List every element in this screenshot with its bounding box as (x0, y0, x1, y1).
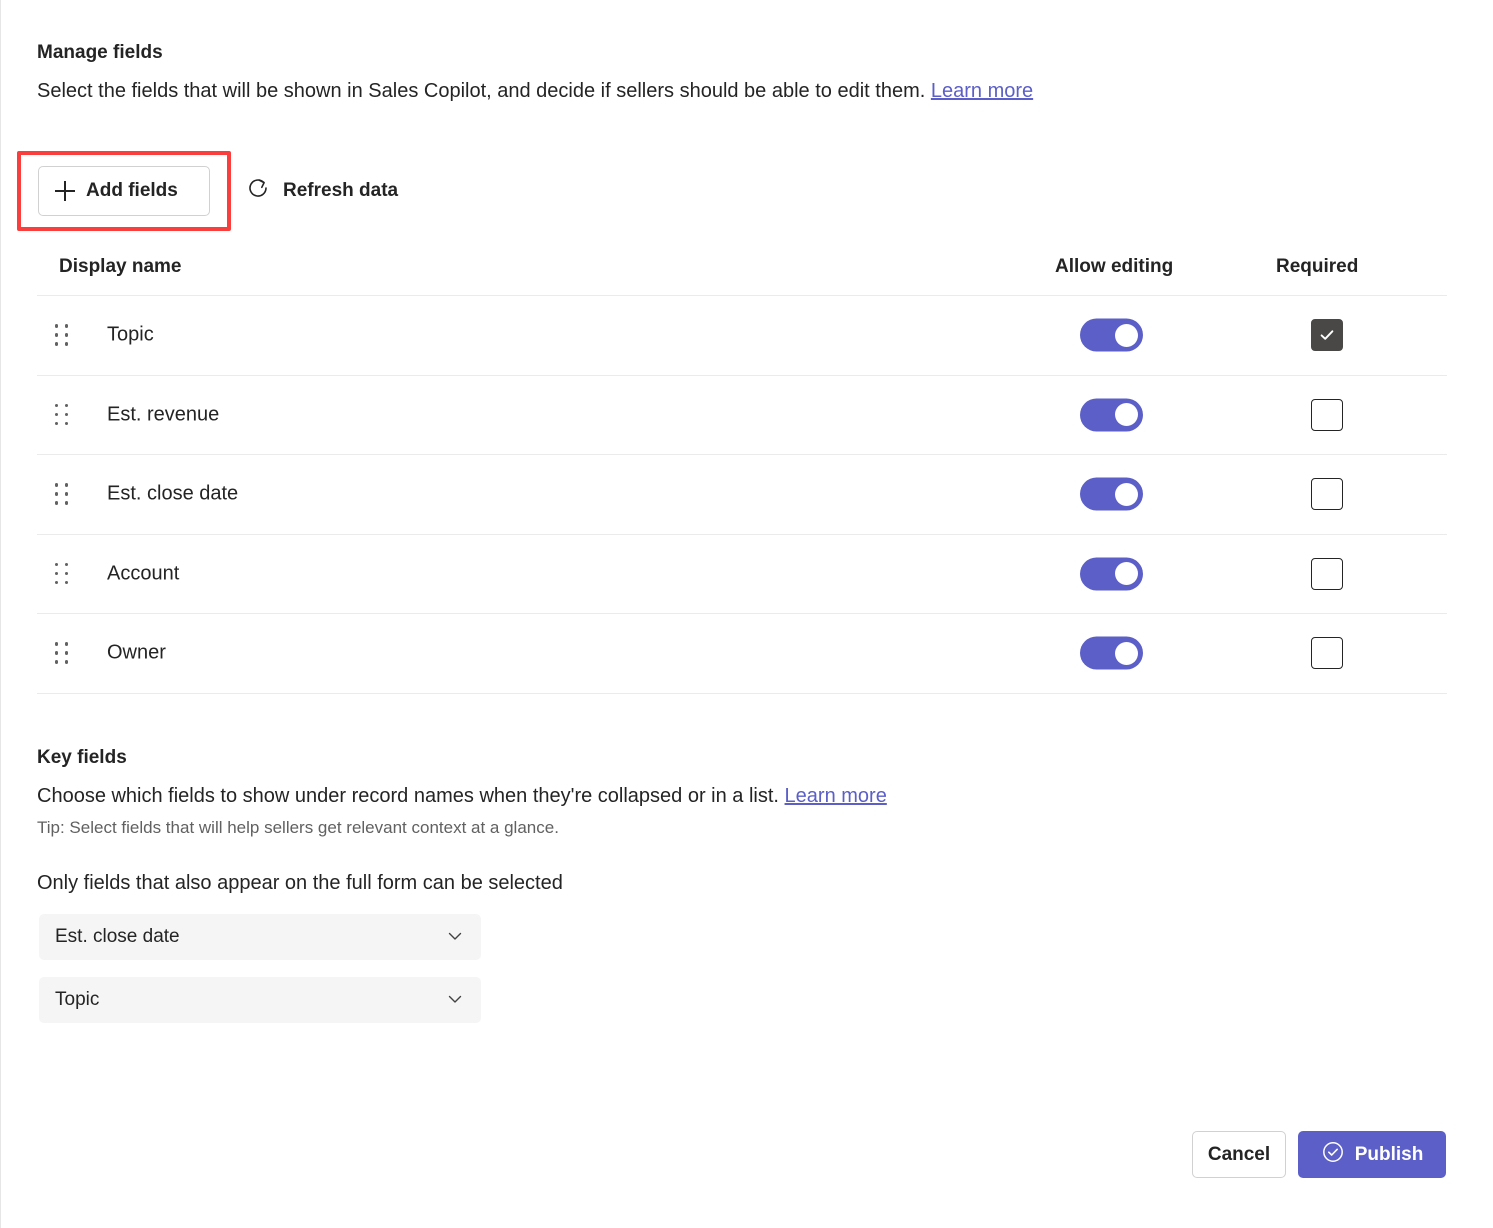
manage-fields-learn-more-link[interactable]: Learn more (931, 80, 1033, 102)
drag-dot (65, 422, 68, 425)
key-fields-tip: Tip: Select fields that will help seller… (37, 818, 559, 838)
required-checkbox[interactable] (1311, 637, 1343, 669)
drag-dot (65, 492, 68, 495)
chevron-down-icon (445, 989, 465, 1012)
table-row: Topic (37, 296, 1447, 376)
drag-dot (65, 342, 68, 345)
drag-dot (65, 404, 68, 407)
field-display-name: Est. revenue (107, 403, 219, 426)
allow-editing-toggle[interactable] (1080, 637, 1143, 670)
chevron-down-icon (445, 926, 465, 949)
table-row: Account (37, 535, 1447, 615)
drag-dot (55, 324, 58, 327)
column-header-allow-editing: Allow editing (1055, 256, 1173, 278)
drag-dot (55, 572, 58, 575)
add-fields-button[interactable]: Add fields (38, 166, 210, 216)
drag-dot (65, 651, 68, 654)
drag-dot (65, 501, 68, 504)
allow-editing-toggle[interactable] (1080, 557, 1143, 590)
plus-icon (55, 181, 75, 201)
key-field-dropdown-1-value: Est. close date (55, 926, 445, 948)
allow-editing-toggle[interactable] (1080, 319, 1143, 352)
table-header-row: Display name Allow editing Required (37, 250, 1447, 296)
drag-dot (55, 333, 58, 336)
drag-dot (55, 404, 58, 407)
drag-dot (55, 422, 58, 425)
drag-dot (55, 413, 58, 416)
required-checkbox[interactable] (1311, 478, 1343, 510)
fields-table: Display name Allow editing Required Topi… (37, 250, 1447, 694)
required-checkbox[interactable] (1311, 319, 1343, 351)
key-field-dropdown-1[interactable]: Est. close date (39, 914, 481, 960)
field-display-name: Est. close date (107, 483, 238, 506)
key-field-dropdown-2-value: Topic (55, 989, 445, 1011)
manage-fields-description: Select the fields that will be shown in … (37, 80, 1033, 103)
drag-dot (55, 483, 58, 486)
required-checkbox[interactable] (1311, 399, 1343, 431)
drag-dot (55, 581, 58, 584)
key-fields-note: Only fields that also appear on the full… (37, 872, 563, 895)
drag-dot (55, 501, 58, 504)
drag-dot (65, 563, 68, 566)
key-fields-title: Key fields (37, 747, 127, 769)
drag-handle-icon[interactable] (55, 563, 69, 585)
toggle-knob (1115, 324, 1138, 347)
toggle-knob (1115, 483, 1138, 506)
key-field-dropdown-2[interactable]: Topic (39, 977, 481, 1023)
drag-dot (65, 642, 68, 645)
table-row: Owner (37, 614, 1447, 694)
drag-dot (55, 651, 58, 654)
table-row: Est. close date (37, 455, 1447, 535)
check-circle-icon (1321, 1140, 1345, 1170)
publish-button-label: Publish (1355, 1144, 1424, 1166)
required-checkbox[interactable] (1311, 558, 1343, 590)
manage-fields-page: Manage fields Select the fields that wil… (0, 0, 1493, 1228)
publish-button[interactable]: Publish (1298, 1131, 1446, 1178)
key-fields-learn-more-link[interactable]: Learn more (785, 785, 887, 807)
allow-editing-toggle[interactable] (1080, 398, 1143, 431)
drag-dot (65, 413, 68, 416)
drag-handle-icon[interactable] (55, 642, 69, 664)
drag-dot (65, 483, 68, 486)
allow-editing-toggle[interactable] (1080, 478, 1143, 511)
drag-handle-icon[interactable] (55, 404, 69, 426)
drag-dot (65, 572, 68, 575)
drag-dot (55, 342, 58, 345)
drag-dot (65, 660, 68, 663)
key-fields-description-text: Choose which fields to show under record… (37, 785, 779, 807)
field-display-name: Account (107, 562, 179, 585)
drag-handle-icon[interactable] (55, 324, 69, 346)
refresh-data-button-label: Refresh data (283, 180, 398, 202)
toggle-knob (1115, 642, 1138, 665)
key-fields-description: Choose which fields to show under record… (37, 785, 887, 808)
drag-dot (55, 660, 58, 663)
field-display-name: Topic (107, 324, 154, 347)
toggle-knob (1115, 562, 1138, 585)
table-body: Topic Est. revenue Est. close date Account O… (37, 296, 1447, 694)
refresh-data-button[interactable]: Refresh data (245, 166, 398, 216)
cancel-button[interactable]: Cancel (1192, 1131, 1286, 1178)
column-header-required: Required (1276, 256, 1358, 278)
column-header-display-name: Display name (59, 256, 182, 278)
drag-dot (55, 642, 58, 645)
drag-dot (55, 563, 58, 566)
page-title: Manage fields (37, 42, 163, 64)
field-display-name: Owner (107, 642, 166, 665)
drag-dot (65, 333, 68, 336)
drag-handle-icon[interactable] (55, 483, 69, 505)
refresh-icon (245, 175, 271, 207)
add-fields-button-label: Add fields (86, 180, 178, 202)
toggle-knob (1115, 403, 1138, 426)
drag-dot (65, 324, 68, 327)
drag-dot (65, 581, 68, 584)
manage-fields-description-text: Select the fields that will be shown in … (37, 80, 925, 102)
table-row: Est. revenue (37, 376, 1447, 456)
drag-dot (55, 492, 58, 495)
